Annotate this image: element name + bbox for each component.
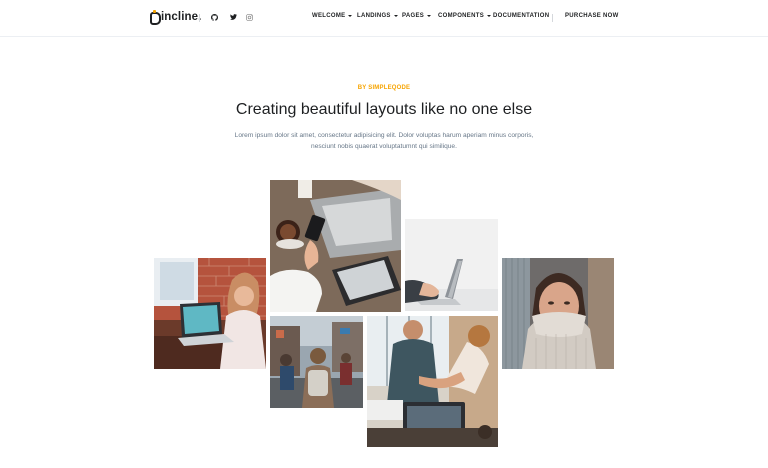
nav-welcome[interactable]: WELCOME [312, 13, 353, 19]
site-header: incline. WELCOME LANDINGS PAGES COMPONEN… [0, 0, 768, 37]
nav-label: DOCUMENTATION [493, 13, 550, 19]
instagram-icon[interactable] [244, 12, 254, 22]
photo-handshake-office [367, 316, 498, 447]
github-icon[interactable] [209, 12, 219, 22]
nav-label: COMPONENTS [438, 13, 485, 19]
chevron-down-icon [393, 15, 398, 17]
logo[interactable]: incline. [150, 10, 202, 25]
chevron-down-icon [487, 15, 492, 17]
purchase-now-button[interactable]: PURCHASE NOW [565, 13, 619, 19]
photo-street-backpack [270, 316, 363, 408]
divider [199, 14, 200, 22]
chevron-down-icon [348, 15, 353, 17]
chevron-down-icon [427, 15, 432, 17]
photo-coffee-phone-tablet-desk [270, 180, 401, 312]
nav-label: WELCOME [312, 13, 346, 19]
divider [552, 14, 553, 22]
photo-hand-on-laptop [405, 219, 498, 311]
purchase-now-label: PURCHASE NOW [565, 13, 619, 19]
photo-woman-covering-face [502, 258, 614, 369]
logo-text: incline. [161, 11, 202, 23]
photo-woman-laptop-brick-wall [154, 258, 266, 369]
logo-mark-icon [150, 10, 161, 25]
nav-label: PAGES [402, 13, 425, 19]
nav-landings[interactable]: LANDINGS [357, 13, 398, 19]
eyebrow-text: BY SIMPLEQODE [357, 85, 411, 91]
hero-description: Lorem ipsum dolor sit amet, consectetur … [234, 132, 534, 150]
nav-documentation[interactable]: DOCUMENTATION [493, 13, 549, 19]
nav-label: LANDINGS [357, 13, 391, 19]
nav-pages[interactable]: PAGES [402, 13, 432, 19]
twitter-icon[interactable] [228, 12, 238, 22]
page-title: Creating beautiful layouts like no one e… [235, 101, 533, 118]
nav-components[interactable]: COMPONENTS [438, 13, 492, 19]
